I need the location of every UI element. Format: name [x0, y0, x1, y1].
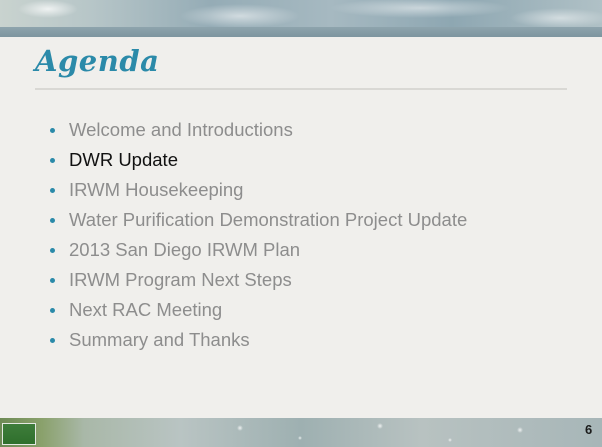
agenda-item: Next RAC Meeting: [46, 295, 467, 325]
agenda-item-label: Welcome and Introductions: [69, 119, 293, 140]
agenda-item-label: IRWM Program Next Steps: [69, 269, 292, 290]
bullet-icon: [50, 218, 55, 223]
bullet-icon: [50, 128, 55, 133]
agenda-item: 2013 San Diego IRWM Plan: [46, 235, 467, 265]
bullet-icon: [50, 248, 55, 253]
bottom-water-banner: [0, 418, 602, 447]
bullet-icon: [50, 188, 55, 193]
slide-title: Agenda: [35, 44, 160, 78]
agenda-item-label: IRWM Housekeeping: [69, 179, 244, 200]
agenda-list: Welcome and Introductions DWR Update IRW…: [46, 115, 467, 355]
slide: Agenda Welcome and Introductions DWR Upd…: [0, 0, 602, 447]
irwm-logo-icon: [2, 423, 36, 445]
top-banner-stripe: [0, 27, 602, 37]
agenda-item-label: Water Purification Demonstration Project…: [69, 209, 468, 230]
agenda-item: Water Purification Demonstration Project…: [46, 205, 467, 235]
agenda-item: DWR Update: [46, 145, 467, 175]
bullet-icon: [50, 308, 55, 313]
bullet-icon: [50, 338, 55, 343]
agenda-item-label: Summary and Thanks: [69, 329, 250, 350]
agenda-item: Welcome and Introductions: [46, 115, 467, 145]
bullet-icon: [50, 278, 55, 283]
agenda-item: IRWM Housekeeping: [46, 175, 467, 205]
agenda-item-label: DWR Update: [69, 149, 178, 170]
agenda-item: Summary and Thanks: [46, 325, 467, 355]
top-water-banner: [0, 0, 602, 27]
agenda-item-label: 2013 San Diego IRWM Plan: [69, 239, 301, 260]
agenda-item: IRWM Program Next Steps: [46, 265, 467, 295]
title-divider: [35, 88, 567, 90]
page-number: 6: [585, 422, 593, 437]
agenda-item-label: Next RAC Meeting: [69, 299, 223, 320]
bullet-icon: [50, 158, 55, 163]
